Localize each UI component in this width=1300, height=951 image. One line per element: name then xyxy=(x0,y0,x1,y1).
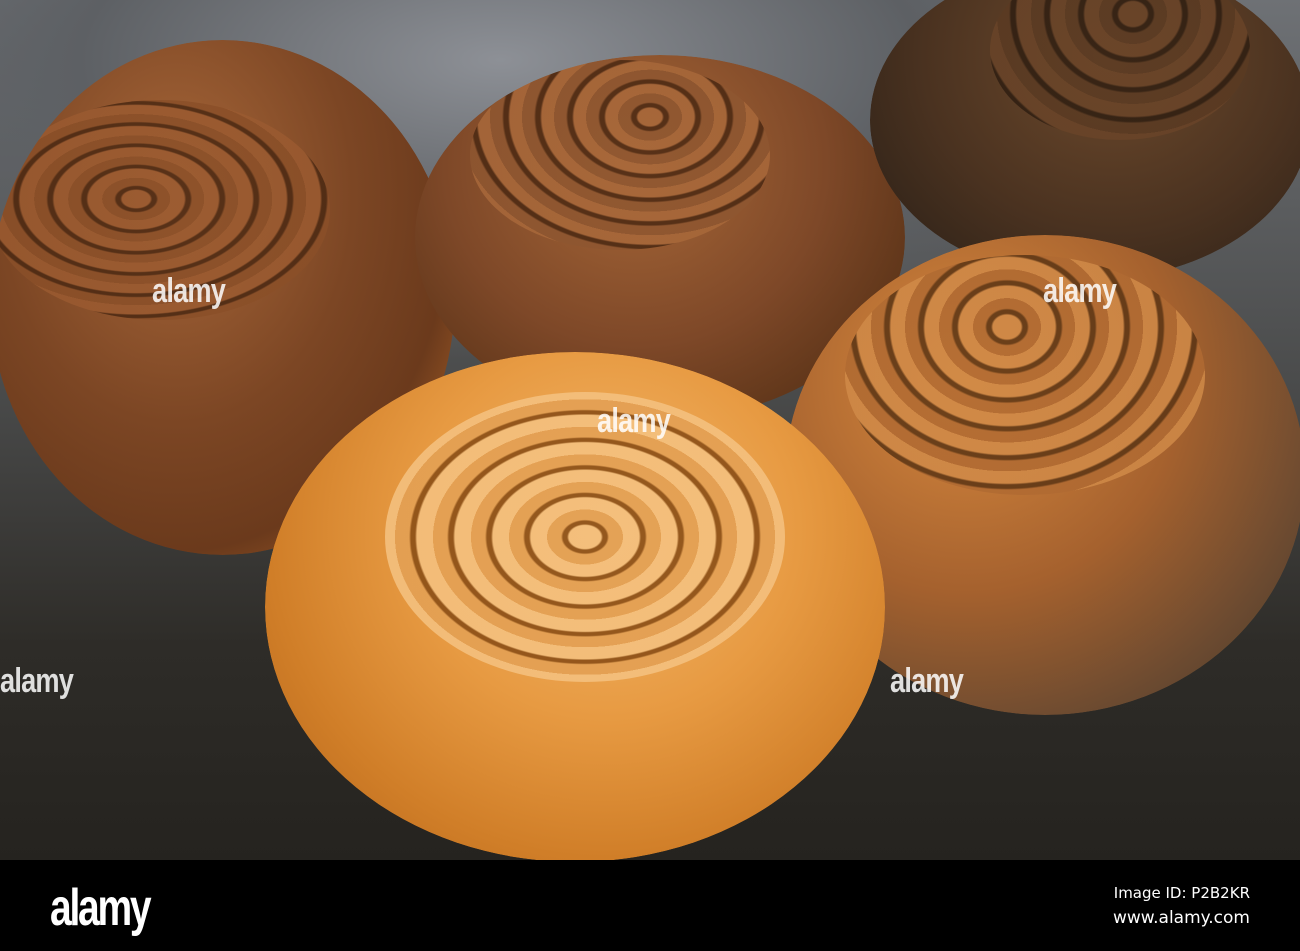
watermark: alamy xyxy=(890,662,964,700)
alamy-logo: alamy xyxy=(50,879,152,937)
snail-shells-photo: alamy alamy alamy alamy alamy xyxy=(0,0,1300,860)
watermark: alamy xyxy=(152,272,226,310)
watermark: alamy xyxy=(0,662,74,700)
site-url: www.alamy.com xyxy=(1112,908,1250,928)
shell-front-center xyxy=(265,352,885,860)
image-id: Image ID: P2B2KR xyxy=(1113,884,1250,902)
footer-bar: alamy Image ID: P2B2KR www.alamy.com xyxy=(0,860,1300,951)
watermark: alamy xyxy=(597,402,671,440)
watermark: alamy xyxy=(1043,272,1117,310)
